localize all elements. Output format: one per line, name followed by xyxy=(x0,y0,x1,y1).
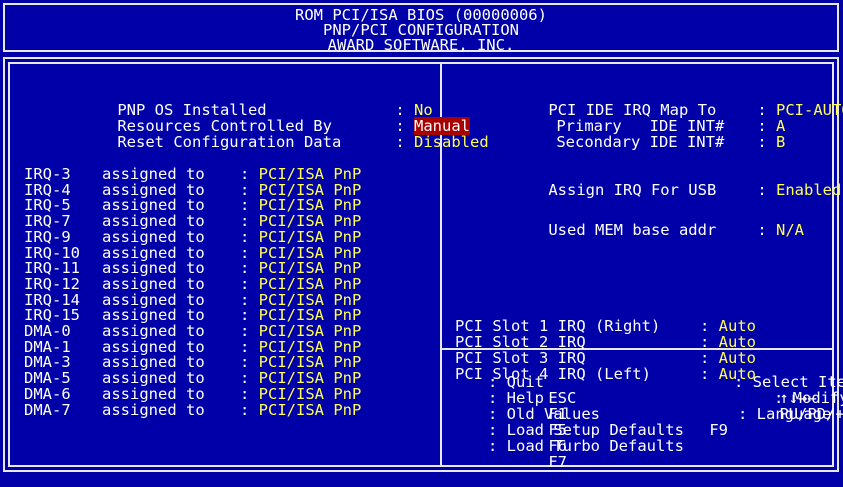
resource-row-irq-10[interactable]: IRQ-10 xyxy=(24,245,80,261)
assigned-to-label: assigned to xyxy=(102,307,205,323)
setting-ide-irq-map-value-wrap: : PCI-AUTO xyxy=(664,86,843,118)
resource-row-dma-7[interactable]: DMA-7 xyxy=(24,402,71,418)
setting-value[interactable]: B xyxy=(776,133,785,151)
help-esc-desc: : Quit xyxy=(488,373,544,391)
assigned-to-label: assigned to xyxy=(102,197,205,213)
resource-row-dma-6[interactable]: DMA-6 xyxy=(24,386,71,402)
resource-value-wrap: : PCI/ISA PnP xyxy=(240,260,361,276)
assigned-to-label: assigned to xyxy=(102,276,205,292)
resource-value-wrap: : PCI/ISA PnP xyxy=(240,245,361,261)
resource-value-wrap: : PCI/ISA PnP xyxy=(240,354,361,370)
colon: : xyxy=(395,133,414,151)
assigned-to-label: assigned to xyxy=(102,370,205,386)
key-f7: F7 xyxy=(548,453,567,471)
settings-panel-inner: PNP OS Installed : No Resources Controll… xyxy=(8,62,843,470)
setting-primary-ide-value-wrap: : A xyxy=(664,102,785,134)
setting-value[interactable]: PCI-AUTO xyxy=(776,101,843,119)
pci-slot-value-wrap: : Auto xyxy=(700,350,756,366)
pci-slot-2-irq[interactable]: PCI Slot 2 IRQ xyxy=(455,334,586,350)
resource-row-irq-7[interactable]: IRQ-7 xyxy=(24,213,71,229)
resource-value-wrap: : PCI/ISA PnP xyxy=(240,339,361,355)
resource-value[interactable]: PCI/ISA PnP xyxy=(259,401,362,419)
resource-name: DMA-7 xyxy=(24,400,71,419)
pci-slot-value-wrap: : Auto xyxy=(700,334,756,350)
pci-slot-3-irq[interactable]: PCI Slot 3 IRQ xyxy=(455,350,586,366)
assigned-to-label: assigned to xyxy=(102,182,205,198)
help-f5-desc: : Old Values xyxy=(488,405,600,423)
help-arrows-desc: : Select Item xyxy=(734,374,843,390)
resource-row-irq-3[interactable]: IRQ-3 xyxy=(24,166,71,182)
bios-header: ROM PCI/ISA BIOS (00000006) PNP/PCI CONF… xyxy=(3,3,839,54)
resource-value-wrap: : PCI/ISA PnP xyxy=(240,182,361,198)
resource-row-irq-9[interactable]: IRQ-9 xyxy=(24,229,71,245)
help-f9-desc: : Language xyxy=(738,405,832,423)
help-f9: F9 xyxy=(616,406,728,438)
resource-row-dma-0[interactable]: DMA-0 xyxy=(24,323,71,339)
resource-value-wrap: : PCI/ISA PnP xyxy=(240,197,361,213)
setting-value[interactable]: N/A xyxy=(776,221,804,239)
resource-row-irq-4[interactable]: IRQ-4 xyxy=(24,182,71,198)
setting-pnp-os-value-wrap: : No xyxy=(302,86,432,118)
resource-value-wrap: : PCI/ISA PnP xyxy=(240,386,361,402)
resource-value-wrap: : PCI/ISA PnP xyxy=(240,402,361,418)
setting-resources-controlled[interactable]: Resources Controlled By xyxy=(24,102,332,134)
help-modify-desc: : Modify xyxy=(774,390,843,406)
assigned-to-label: assigned to xyxy=(102,323,205,339)
assigned-text: assigned to xyxy=(102,400,205,419)
resource-row-irq-14[interactable]: IRQ-14 xyxy=(24,292,80,308)
setting-secondary-ide-value-wrap: : B xyxy=(664,118,785,150)
colon: : xyxy=(757,133,776,151)
assigned-to-label: assigned to xyxy=(102,292,205,308)
resource-value-wrap: : PCI/ISA PnP xyxy=(240,276,361,292)
assigned-to-label: assigned to xyxy=(102,229,205,245)
resource-value-wrap: : PCI/ISA PnP xyxy=(240,323,361,339)
resource-row-irq-5[interactable]: IRQ-5 xyxy=(24,197,71,213)
assigned-to-label: assigned to xyxy=(102,245,205,261)
assigned-to-label: assigned to xyxy=(102,386,205,402)
colon: : xyxy=(240,400,259,419)
resource-value-wrap: : PCI/ISA PnP xyxy=(240,370,361,386)
vendor-name: AWARD SOFTWARE, INC. xyxy=(327,36,515,54)
resource-value-wrap: : PCI/ISA PnP xyxy=(240,307,361,323)
bios-screen: ROM PCI/ISA BIOS (00000006) PNP/PCI CONF… xyxy=(0,0,843,478)
resource-value-wrap: : PCI/ISA PnP xyxy=(240,213,361,229)
resource-row-irq-11[interactable]: IRQ-11 xyxy=(24,260,80,276)
resource-value-wrap: : PCI/ISA PnP xyxy=(240,166,361,182)
resource-value-wrap: : PCI/ISA PnP xyxy=(240,292,361,308)
colon: : xyxy=(757,221,776,239)
resource-row-dma-5[interactable]: DMA-5 xyxy=(24,370,71,386)
setting-resources-value-wrap: : Manual xyxy=(302,102,470,135)
resource-row-irq-12[interactable]: IRQ-12 xyxy=(24,276,80,292)
resource-row-dma-3[interactable]: DMA-3 xyxy=(24,354,71,370)
assigned-to-label: assigned to xyxy=(102,339,205,355)
setting-pnp-os[interactable]: PNP OS Installed xyxy=(24,86,266,118)
pci-slot-value-wrap: : Auto xyxy=(700,318,756,334)
setting-value[interactable]: Enabled xyxy=(776,181,841,199)
help-f1-desc: : Help xyxy=(488,389,544,407)
setting-reset-config[interactable]: Reset Configuration Data xyxy=(24,118,341,150)
resource-value-wrap: : PCI/ISA PnP xyxy=(240,229,361,245)
resource-row-dma-1[interactable]: DMA-1 xyxy=(24,339,71,355)
assigned-to-label: assigned to xyxy=(102,354,205,370)
assigned-to-label: assigned to xyxy=(102,402,205,418)
pci-slot-1-irq[interactable]: PCI Slot 1 IRQ (Right) xyxy=(455,318,660,334)
assigned-to-label: assigned to xyxy=(102,166,205,182)
assigned-to-label: assigned to xyxy=(102,213,205,229)
colon: : xyxy=(757,181,776,199)
key-f9: F9 xyxy=(709,421,728,439)
resource-row-irq-15[interactable]: IRQ-15 xyxy=(24,307,80,323)
help-text: Language xyxy=(756,405,832,423)
setting-usb-irq-value-wrap: : Enabled xyxy=(664,166,841,198)
setting-mem-base-value-wrap: : N/A xyxy=(664,206,804,238)
settings-panel: PNP OS Installed : No Resources Controll… xyxy=(3,57,843,472)
assigned-to-label: assigned to xyxy=(102,260,205,276)
